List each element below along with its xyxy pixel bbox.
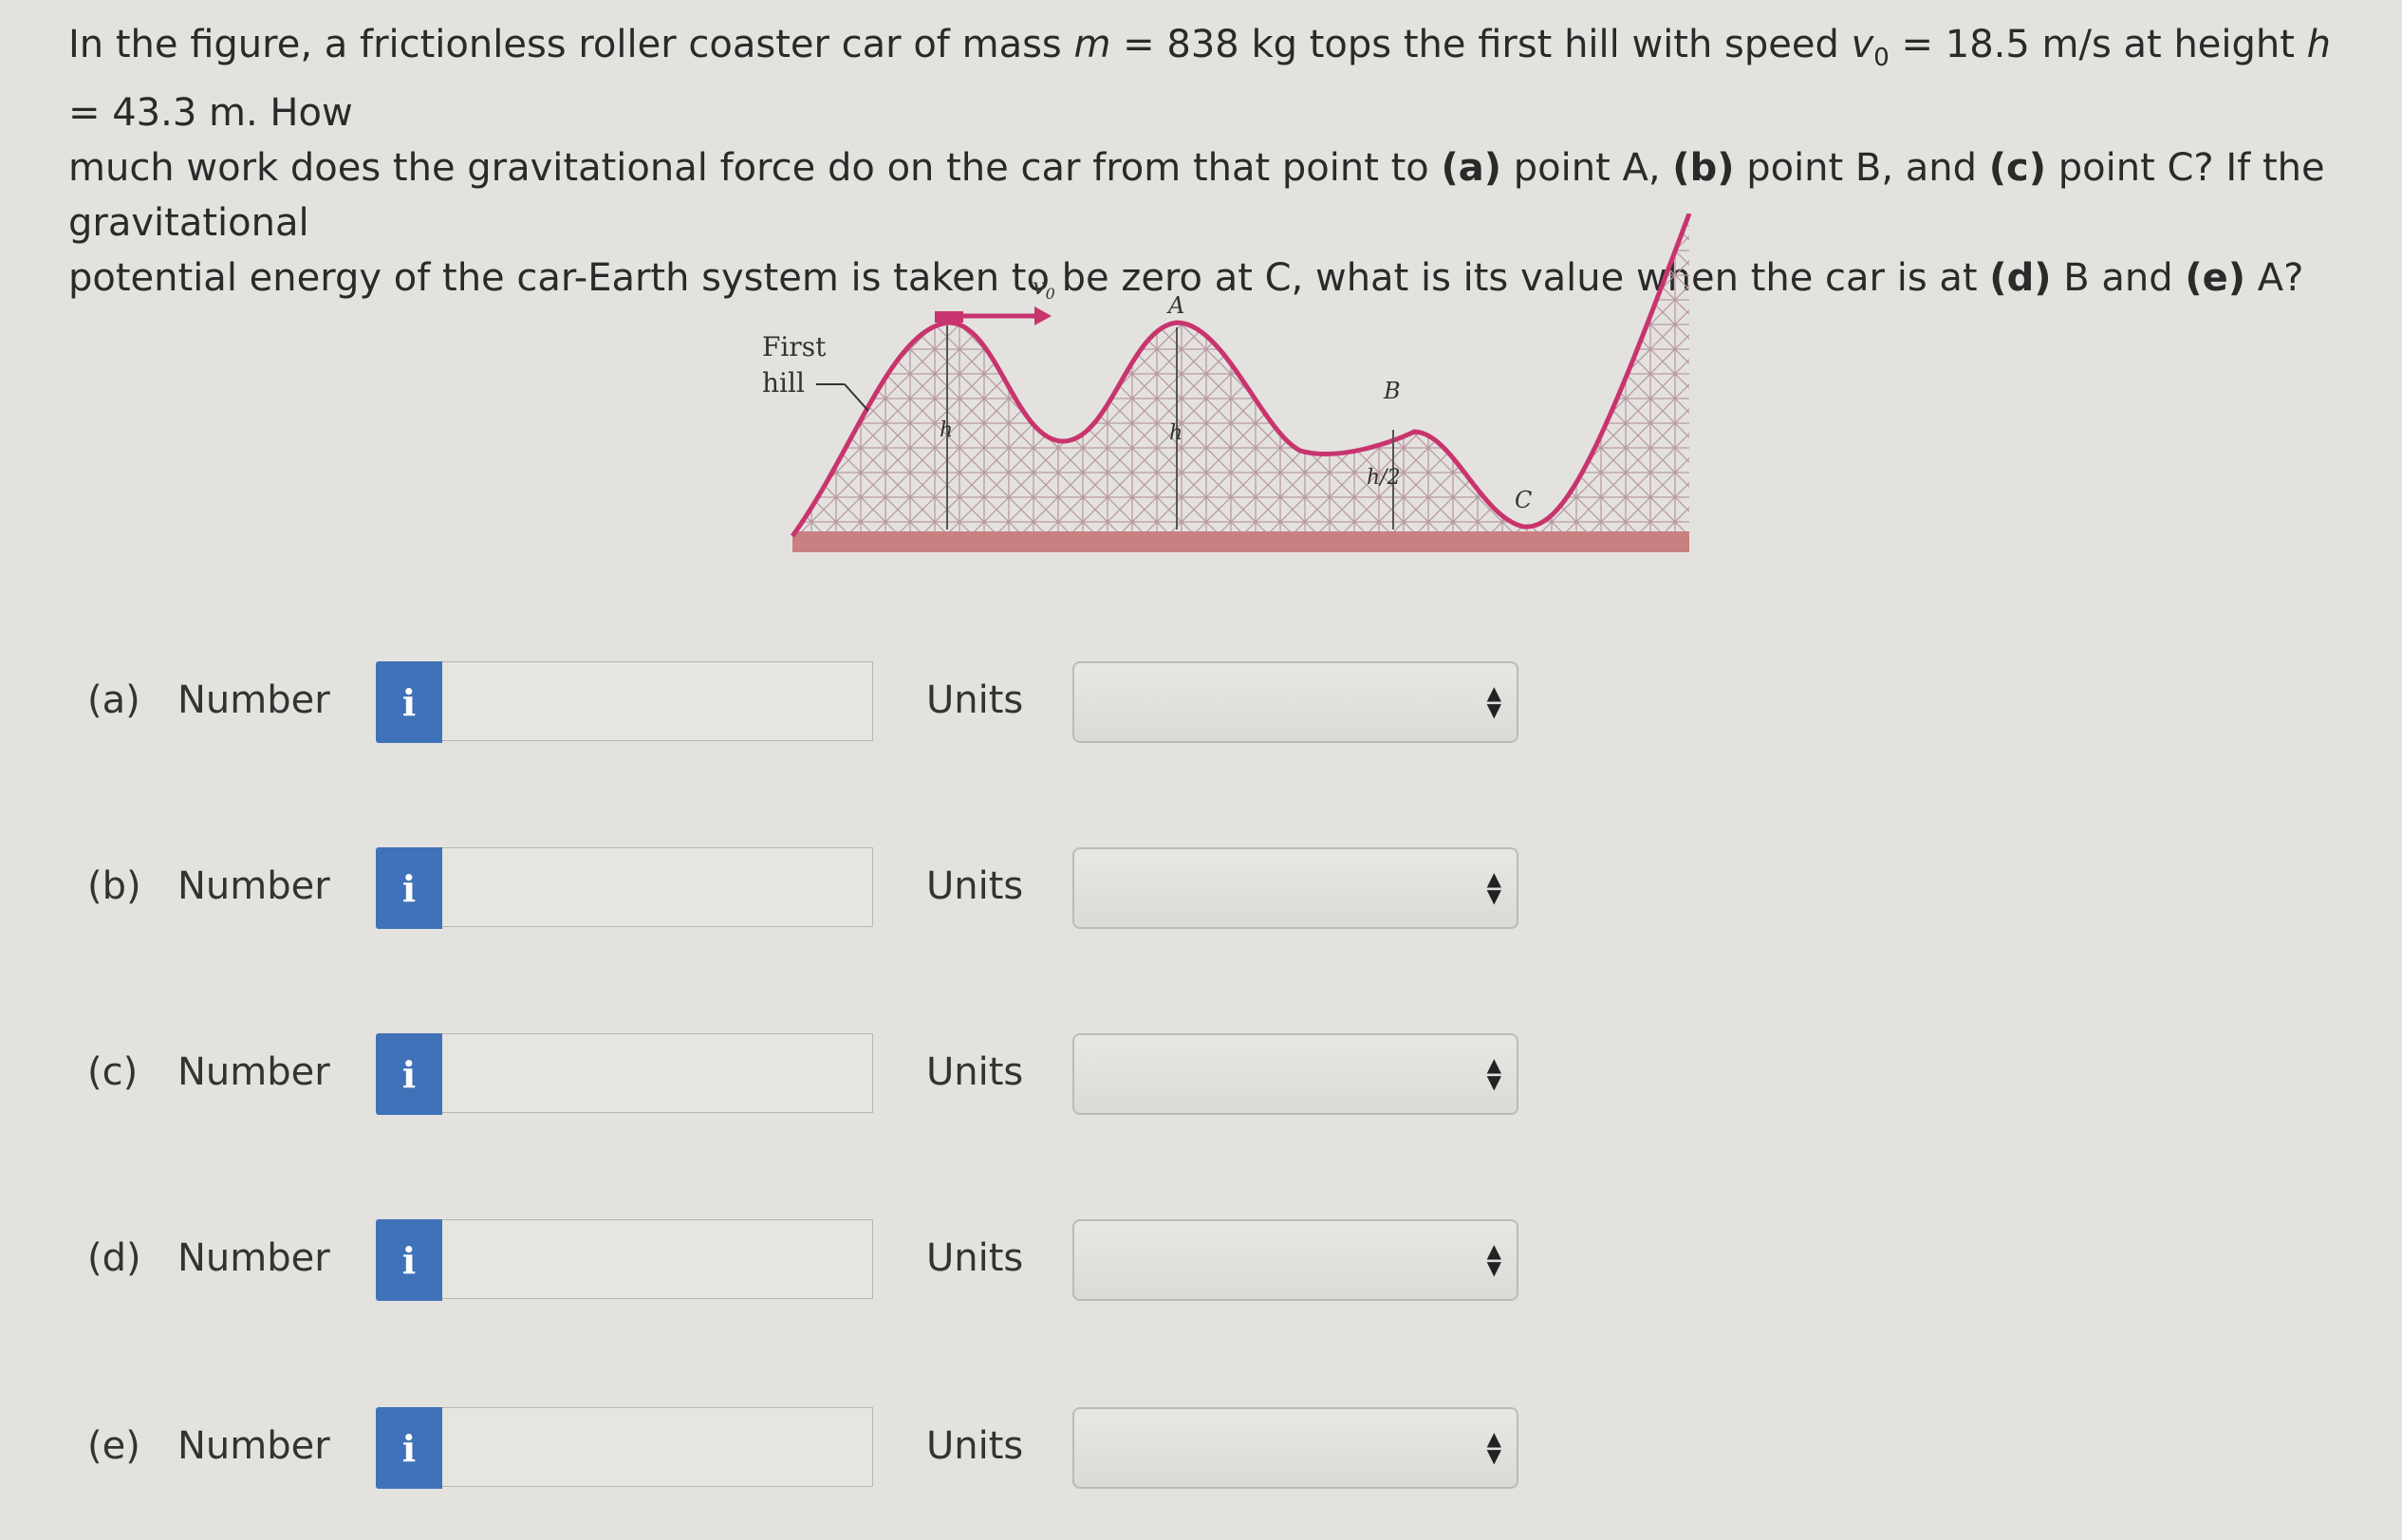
number-input[interactable] <box>442 1219 873 1299</box>
select-arrows-icon: ▲ ▼ <box>1486 681 1501 721</box>
part-label: (b) <box>87 864 141 908</box>
part-label: (c) <box>87 1050 139 1094</box>
number-input[interactable] <box>442 1033 873 1113</box>
ground <box>792 531 1689 552</box>
first-hill-label-1: First <box>762 331 827 362</box>
select-arrows-icon: ▲ ▼ <box>1486 867 1501 907</box>
units-label: Units <box>926 1424 1024 1468</box>
answer-row-a: (a) Number i Units ▲ ▼ <box>0 661 1613 747</box>
answer-row-b: (b) Number i Units ▲ ▼ <box>0 847 1613 933</box>
number-label: Number <box>177 1236 330 1280</box>
select-arrows-icon: ▲ ▼ <box>1486 1053 1501 1093</box>
units-label: Units <box>926 1050 1024 1094</box>
info-button[interactable]: i <box>376 1033 442 1115</box>
info-button[interactable]: i <box>376 1219 442 1301</box>
units-select[interactable]: ▲ ▼ <box>1072 1407 1518 1489</box>
units-select[interactable]: ▲ ▼ <box>1072 847 1518 929</box>
first-hill-label-2: hill <box>762 367 805 399</box>
number-input[interactable] <box>442 661 873 741</box>
units-label: Units <box>926 1236 1024 1280</box>
units-label: Units <box>926 678 1024 722</box>
part-label: (a) <box>87 678 140 722</box>
v0-label: v0 <box>1033 273 1055 303</box>
roller-coaster-diagram: v0 h h A B h/2 C First hill <box>762 213 1692 552</box>
point-c-label: C <box>1515 487 1532 513</box>
h-label-1: h <box>940 418 953 442</box>
question-line-1: In the figure, a frictionless roller coa… <box>68 23 2332 135</box>
number-label: Number <box>177 678 330 722</box>
units-select[interactable]: ▲ ▼ <box>1072 1219 1518 1301</box>
h-half-label: h/2 <box>1367 466 1401 490</box>
number-label: Number <box>177 1424 330 1468</box>
units-select[interactable]: ▲ ▼ <box>1072 1033 1518 1115</box>
first-hill-pointer-2 <box>844 383 869 412</box>
number-label: Number <box>177 864 330 908</box>
number-input[interactable] <box>442 1407 873 1487</box>
select-arrows-icon: ▲ ▼ <box>1486 1427 1501 1467</box>
info-button[interactable]: i <box>376 661 442 743</box>
part-label: (e) <box>87 1424 140 1468</box>
answer-row-d: (d) Number i Units ▲ ▼ <box>0 1219 1613 1305</box>
velocity-arrowhead <box>1034 306 1052 325</box>
roller-coaster-figure: v0 h h A B h/2 C First hill <box>750 213 1699 574</box>
support-lattice <box>792 213 1689 541</box>
part-label: (d) <box>87 1236 141 1280</box>
units-label: Units <box>926 864 1024 908</box>
units-select[interactable]: ▲ ▼ <box>1072 661 1518 743</box>
answer-row-c: (c) Number i Units ▲ ▼ <box>0 1033 1613 1119</box>
select-arrows-icon: ▲ ▼ <box>1486 1239 1501 1279</box>
point-a-label: A <box>1166 292 1184 319</box>
answer-row-e: (e) Number i Units ▲ ▼ <box>0 1407 1613 1493</box>
number-label: Number <box>177 1050 330 1094</box>
point-b-label: B <box>1383 378 1401 404</box>
info-button[interactable]: i <box>376 847 442 929</box>
number-input[interactable] <box>442 847 873 927</box>
info-button[interactable]: i <box>376 1407 442 1489</box>
h-label-2: h <box>1169 421 1182 445</box>
